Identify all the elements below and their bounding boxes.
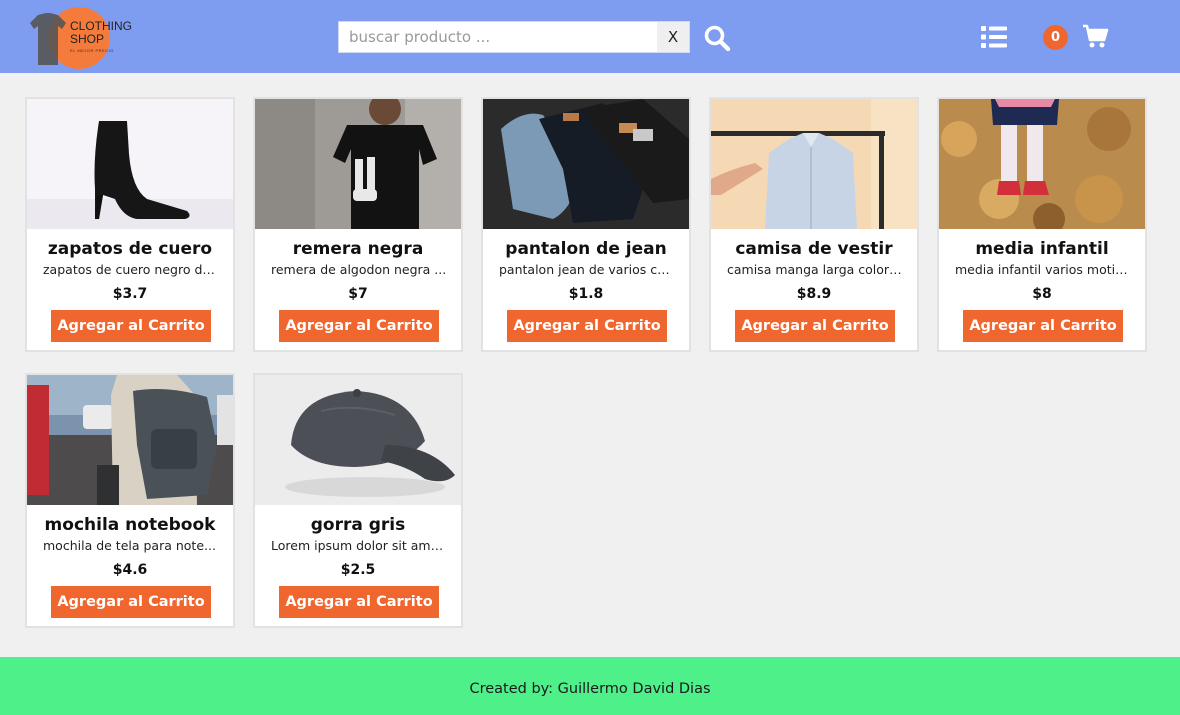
shop-logo[interactable]: CLOTHING SHOP EL MEJOR PRECIO	[28, 7, 138, 69]
add-to-cart-button[interactable]: Agregar al Carrito	[963, 310, 1123, 342]
add-to-cart-button[interactable]: Agregar al Carrito	[51, 310, 211, 342]
product-name: camisa de vestir	[735, 239, 893, 259]
product-description: mochila de tela para note...	[43, 538, 216, 553]
product-description: zapatos de cuero negro de...	[43, 262, 219, 277]
product-name: pantalon de jean	[505, 239, 667, 259]
product-image-socks	[939, 99, 1145, 229]
product-price: $2.5	[340, 562, 376, 578]
logo-tagline: EL MEJOR PRECIO	[70, 48, 114, 53]
add-to-cart-button[interactable]: Agregar al Carrito	[735, 310, 895, 342]
product-description: media infantil varios motiv...	[955, 262, 1131, 277]
product-description: remera de algodon negra ...	[271, 262, 447, 277]
shirt-logo-icon	[30, 13, 66, 65]
logo-line2: SHOP	[70, 32, 105, 46]
search-input[interactable]	[339, 22, 657, 52]
search-icon[interactable]	[703, 24, 731, 52]
product-price: $7	[348, 286, 368, 302]
product-card: pantalon de jean pantalon jean de varios…	[481, 97, 691, 352]
cart-count-badge: 0	[1043, 25, 1068, 50]
product-name: zapatos de cuero	[47, 239, 213, 259]
product-card: camisa de vestir camisa manga larga colo…	[709, 97, 919, 352]
top-navbar: CLOTHING SHOP EL MEJOR PRECIO X 0	[0, 0, 1180, 73]
product-image-backpack	[27, 375, 233, 505]
add-to-cart-button[interactable]: Agregar al Carrito	[279, 310, 439, 342]
add-to-cart-button[interactable]: Agregar al Carrito	[51, 586, 211, 618]
product-price: $8	[1032, 286, 1052, 302]
product-price: $3.7	[112, 286, 148, 302]
product-description: camisa manga larga color ...	[727, 262, 903, 277]
product-card: mochila notebook mochila de tela para no…	[25, 373, 235, 628]
product-card: media infantil media infantil varios mot…	[937, 97, 1147, 352]
product-description: Lorem ipsum dolor sit ame...	[271, 538, 447, 553]
product-image-cap	[255, 375, 461, 505]
footer-credit: Created by: Guillermo David Dias	[469, 681, 711, 697]
add-to-cart-button[interactable]: Agregar al Carrito	[279, 586, 439, 618]
product-image-shirt	[711, 99, 917, 229]
product-name: mochila notebook	[44, 515, 216, 535]
product-card: zapatos de cuero zapatos de cuero negro …	[25, 97, 235, 352]
logo-text: CLOTHING SHOP	[70, 20, 132, 46]
product-image-boot	[27, 99, 233, 229]
product-name: gorra gris	[310, 515, 406, 535]
product-card: gorra gris Lorem ipsum dolor sit ame... …	[253, 373, 463, 628]
product-card: remera negra remera de algodon negra ...…	[253, 97, 463, 352]
list-icon[interactable]	[980, 25, 1008, 49]
product-name: remera negra	[292, 239, 424, 259]
product-price: $1.8	[568, 286, 604, 302]
footer: Created by: Guillermo David Dias	[0, 657, 1180, 715]
product-price: $8.9	[796, 286, 832, 302]
product-image-jeans	[483, 99, 689, 229]
clear-search-button[interactable]: X	[657, 22, 689, 52]
product-image-tshirt	[255, 99, 461, 229]
product-price: $4.6	[112, 562, 148, 578]
search-box: X	[338, 21, 690, 53]
product-name: media infantil	[975, 239, 1109, 259]
product-description: pantalon jean de varios col...	[499, 262, 675, 277]
add-to-cart-button[interactable]: Agregar al Carrito	[507, 310, 667, 342]
cart-icon[interactable]	[1082, 23, 1109, 50]
